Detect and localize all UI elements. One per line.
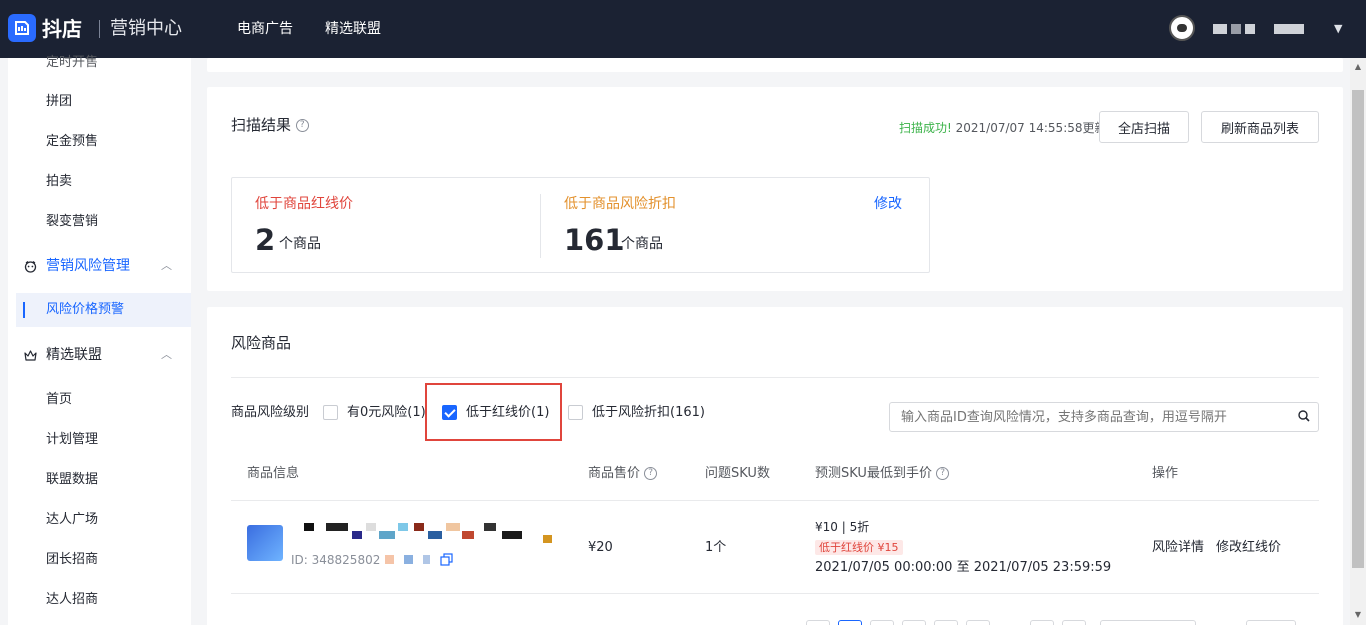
brand-subtitle: 营销中心 [110, 18, 182, 39]
sidebar-item-talent-recruit[interactable]: 达人招商 [8, 583, 191, 617]
stats-divider [540, 194, 541, 258]
scan-result-title: 扫描结果 ? [231, 114, 309, 136]
sidebar-item-timed-sale[interactable]: 定时开售 [8, 46, 191, 80]
search-icon[interactable] [1298, 410, 1310, 422]
edit-redline-link[interactable]: 修改红线价 [1216, 539, 1281, 557]
column-header-sku-count: 问题SKU数 [705, 466, 770, 481]
zero-price-risk-label[interactable]: 有0元风险(1) [347, 404, 426, 422]
sidebar-item-plan-manage[interactable]: 计划管理 [8, 423, 191, 457]
below-redline-count: 2 [255, 223, 276, 257]
refresh-list-button[interactable]: 刷新商品列表 [1201, 111, 1319, 143]
sidebar-item-leader-recruit[interactable]: 团长招商 [8, 543, 191, 577]
sidebar-group-risk-label: 营销风险管理 [46, 258, 130, 274]
product-price: ¥20 [588, 540, 613, 555]
below-redline-unit: 个商品 [279, 236, 321, 252]
column-header-lowest-price: 预测SKU最低到手价 ? [815, 465, 950, 483]
scan-status: 扫描成功! 2021/07/07 14:55:58更新 [899, 120, 1107, 136]
chevron-up-icon: ︿ [161, 348, 172, 361]
below-discount-count: 161 [564, 223, 625, 257]
edit-link[interactable]: 修改 [874, 194, 902, 214]
problem-sku-count: 1个 [705, 540, 727, 555]
brand-divider [99, 20, 100, 38]
pagination-prev[interactable] [806, 620, 830, 625]
column-header-lowest-price-text: 预测SKU最低到手价 [815, 466, 932, 481]
sidebar-item-deposit-presale[interactable]: 定金预售 [8, 125, 191, 159]
help-icon[interactable]: ? [644, 467, 658, 480]
risk-detail-link[interactable]: 风险详情 [1152, 539, 1204, 557]
sidebar-item-talent-square[interactable]: 达人广场 [8, 503, 191, 537]
chevron-up-icon: ︿ [161, 259, 172, 272]
page-jump-input[interactable] [1246, 620, 1296, 625]
product-thumbnail[interactable] [247, 525, 283, 561]
scan-status-time: 2021/07/07 14:55:58更新 [951, 121, 1107, 135]
risk-face-icon [24, 261, 37, 273]
page-size-select[interactable] [1100, 620, 1196, 625]
column-header-price: 商品售价 ? [588, 465, 658, 483]
below-discount-label: 低于商品风险折扣 [564, 196, 676, 212]
scrollbar-thumb[interactable] [1352, 90, 1364, 568]
help-icon[interactable]: ? [295, 119, 309, 132]
scan-result-title-text: 扫描结果 [231, 116, 292, 134]
divider [231, 593, 1319, 594]
zero-price-risk-checkbox[interactable] [323, 405, 338, 420]
divider [231, 500, 1319, 501]
risk-goods-title: 风险商品 [231, 334, 292, 352]
account-dropdown-icon[interactable]: ▼ [1334, 22, 1342, 35]
copy-icon[interactable] [440, 553, 454, 567]
sidebar-item-auction[interactable]: 拍卖 [8, 165, 191, 199]
column-header-ops: 操作 [1152, 466, 1179, 481]
scan-status-success: 扫描成功! [899, 121, 952, 135]
sidebar-item-group-buy[interactable]: 拼团 [8, 85, 191, 119]
nav-selected-alliance[interactable]: 精选联盟 [325, 19, 381, 39]
sidebar-group-alliance[interactable]: 精选联盟 ︿ [8, 338, 191, 372]
masked-shopname [1274, 24, 1304, 34]
pagination-page[interactable] [1030, 620, 1054, 625]
full-scan-button[interactable]: 全店扫描 [1099, 111, 1189, 143]
highlight-frame [425, 383, 562, 441]
crown-icon [24, 350, 37, 361]
masked-username [1213, 24, 1227, 34]
sidebar-item-risk-price-alert[interactable]: 风险价格预警 [16, 293, 191, 327]
sidebar-group-risk[interactable]: 营销风险管理 ︿ [8, 249, 191, 283]
sidebar: 定时开售 拼团 定金预售 拍卖 裂变营销 营销风险管理 ︿ 风险价格预警 精选联… [8, 55, 191, 625]
brand-name[interactable]: 抖店 [42, 15, 82, 43]
masked-username [1231, 24, 1241, 34]
column-header-info: 商品信息 [247, 466, 300, 481]
sidebar-group-alliance-label: 精选联盟 [46, 347, 102, 363]
below-discount-checkbox[interactable] [568, 405, 583, 420]
pagination-next[interactable] [1062, 620, 1086, 625]
scroll-up-icon[interactable]: ▲ [1352, 62, 1364, 71]
user-avatar[interactable] [1169, 15, 1195, 41]
pagination-page[interactable] [934, 620, 958, 625]
risk-stats-box: 低于商品红线价 2 个商品 低于商品风险折扣 161 个商品 修改 [231, 177, 930, 273]
pagination-page[interactable] [902, 620, 926, 625]
sidebar-item-fission[interactable]: 裂变营销 [8, 205, 191, 239]
sidebar-item-home[interactable]: 首页 [8, 383, 191, 417]
doudian-logo-icon[interactable] [8, 14, 36, 42]
scroll-down-icon[interactable]: ▼ [1352, 610, 1364, 619]
divider [231, 377, 1319, 378]
pagination-page[interactable] [870, 620, 894, 625]
help-icon[interactable]: ? [936, 467, 950, 480]
column-header-price-text: 商品售价 [588, 466, 641, 481]
top-navbar: 抖店 营销中心 电商广告 精选联盟 ▼ [0, 0, 1366, 58]
product-id-search-input[interactable] [889, 402, 1319, 432]
pagination-page[interactable] [966, 620, 990, 625]
risk-level-label: 商品风险级别 [231, 405, 310, 420]
lowest-price: ¥10 | 5折 [815, 520, 870, 534]
nav-ecommerce-ads[interactable]: 电商广告 [237, 19, 293, 39]
promotion-period: 2021/07/05 00:00:00 至 2021/07/05 23:59:5… [815, 560, 1112, 575]
below-discount-option-label[interactable]: 低于风险折扣(161) [592, 404, 705, 422]
product-id: ID: 348825802 [291, 553, 381, 567]
below-redline-tag: 低于红线价 ¥15 [815, 540, 903, 555]
below-discount-unit: 个商品 [621, 236, 663, 252]
sidebar-item-alliance-data[interactable]: 联盟数据 [8, 463, 191, 497]
pagination-page-active[interactable] [838, 620, 862, 625]
masked-username [1245, 24, 1255, 34]
previous-card [207, 58, 1343, 72]
below-redline-label: 低于商品红线价 [255, 196, 353, 212]
